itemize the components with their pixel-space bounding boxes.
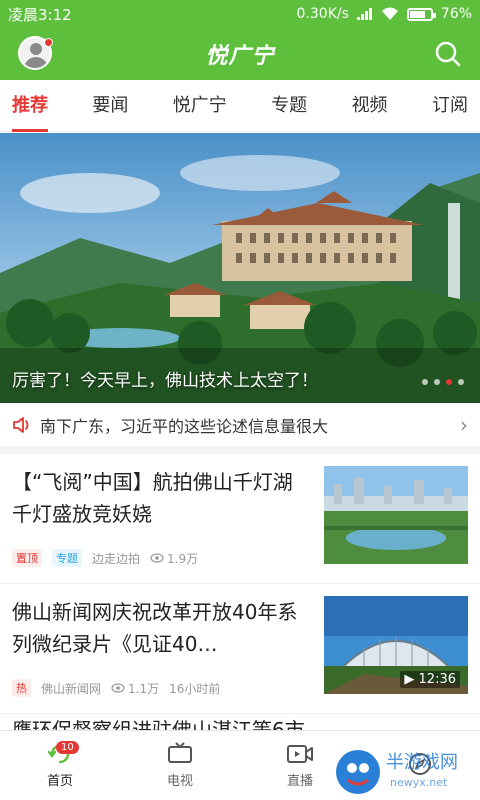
tab-video[interactable]: 视频 (352, 80, 388, 132)
live-video-icon (287, 745, 313, 763)
nav-tv-label: 电视 (166, 774, 193, 789)
nav-tv[interactable]: 电视 (120, 731, 240, 800)
news-source: 边走边拍 (92, 551, 141, 566)
video-thumbnail: ▶ 12:36 (324, 596, 468, 694)
notification-dot (44, 38, 53, 47)
notice-text: 南下广东，习近平的这些论述信息量很大 (40, 417, 329, 436)
nav-home-label: 首页 (46, 774, 73, 789)
news-item[interactable]: 佛山新闻网庆祝改革开放40年系列微纪录片《见证40… 热 佛山新闻网 1.1万 … (0, 584, 480, 714)
news-meta: 置顶 专题 边走边拍 1.9万 (12, 549, 198, 567)
play-icon: ▶ (404, 672, 415, 687)
tab-topics[interactable]: 专题 (271, 80, 307, 132)
app-title: 悦广宁 (205, 44, 275, 69)
tab-headlines[interactable]: 要闻 (92, 80, 128, 132)
news-title: 【“飞阅”中国】航拍佛山千灯湖 千灯盛放竞妖娆 (12, 470, 293, 526)
nav-live-label: 直播 (286, 774, 313, 789)
tab-subscribe[interactable]: 订阅 (432, 80, 468, 132)
duration-text: 12:36 (418, 672, 456, 687)
tab-yueguangning[interactable]: 悦广宁 (173, 80, 227, 132)
watermark-logo: 半游戏网 newyx.net (336, 750, 458, 794)
nav-home[interactable]: 10 首页 (0, 731, 120, 800)
chevron-right-icon: › (460, 413, 468, 437)
news-item[interactable]: 【“飞阅”中国】航拍佛山千灯湖 千灯盛放竞妖娆 置顶 专题 边走边拍 1.9万 (0, 454, 480, 584)
tv-icon (168, 742, 192, 763)
video-duration: ▶ 12:36 (400, 671, 460, 688)
signal-icon (356, 8, 373, 20)
status-bar: 凌晨3:12 0.30K/s 76% (0, 0, 480, 28)
carousel-dot-active (446, 379, 452, 385)
battery-icon (406, 7, 436, 21)
svg-text:半游戏网: 半游戏网 (386, 752, 458, 773)
category-tabs: 推荐 要闻 悦广宁 专题 视频 订阅 (0, 80, 480, 132)
banner-caption: 厉害了！今天早上，佛山技术上太空了！ (12, 371, 318, 391)
banner-carousel[interactable]: 厉害了！今天早上，佛山技术上太空了！ (0, 133, 480, 403)
bottom-nav: 10 首页 电视 直播 半游戏网 newyx.net (0, 730, 480, 800)
network-speed: 0.30K/s (296, 6, 349, 22)
carousel-dots (422, 379, 464, 385)
banner-image (0, 133, 480, 403)
eye-icon (150, 553, 164, 563)
tag-topic: 专题 (52, 549, 82, 567)
tab-recommend[interactable]: 推荐 (12, 80, 48, 132)
home-badge: 10 (56, 741, 79, 754)
news-meta: 热 佛山新闻网 1.1万 16小时前 (12, 679, 220, 697)
search-icon[interactable] (434, 40, 462, 68)
news-thumbnail (324, 466, 468, 564)
carousel-dot (422, 379, 428, 385)
status-right: 0.30K/s 76% (297, 6, 473, 22)
views-count: 1.9万 (167, 551, 199, 566)
svg-text:newyx.net: newyx.net (390, 776, 448, 789)
news-time: 16小时前 (169, 681, 221, 696)
app-bar: 悦广宁 (0, 28, 480, 80)
eye-icon (111, 683, 125, 693)
battery-percent: 76% (440, 6, 472, 22)
speaker-icon (13, 417, 29, 433)
news-title: 佛山新闻网庆祝改革开放40年系列微纪录片《见证40… (12, 600, 298, 656)
news-source: 佛山新闻网 (41, 681, 102, 696)
carousel-dot (458, 379, 464, 385)
notice-bar[interactable]: 南下广东，习近平的这些论述信息量很大 › (0, 404, 480, 454)
wifi-icon (381, 7, 398, 20)
news-views: 1.9万 (150, 550, 198, 567)
carousel-dot (434, 379, 440, 385)
tag-hot: 热 (12, 679, 31, 697)
status-time: 凌晨3:12 (8, 5, 72, 24)
views-count: 1.1万 (128, 681, 160, 696)
tag-pinned: 置顶 (12, 549, 42, 567)
news-views: 1.1万 (111, 680, 159, 697)
